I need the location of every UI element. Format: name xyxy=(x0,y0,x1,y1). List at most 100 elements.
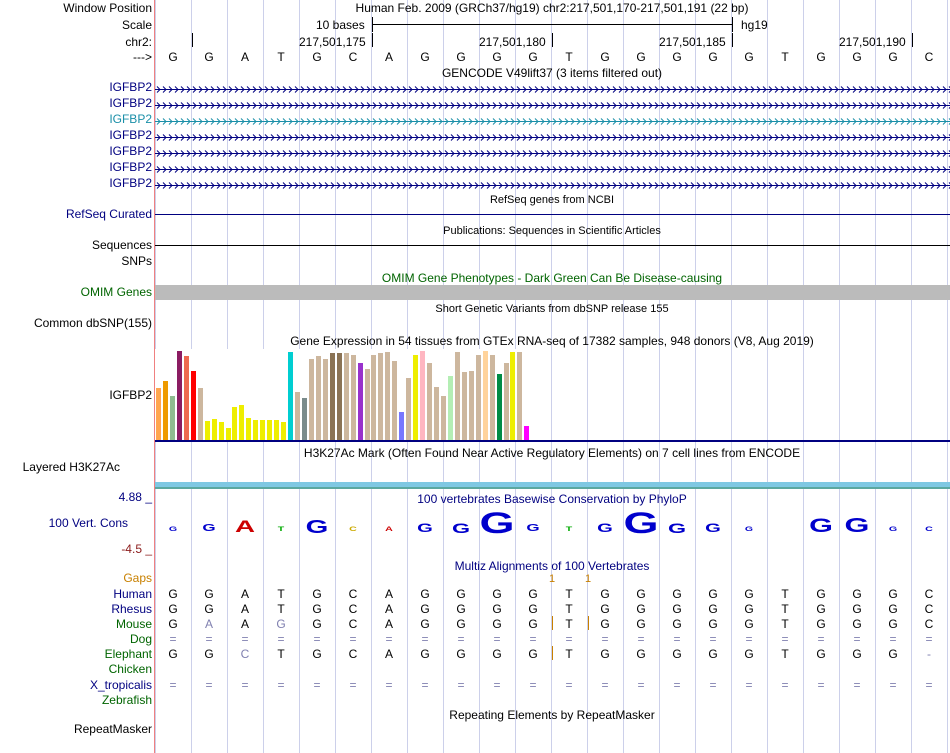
gtex-tissue-bar[interactable] xyxy=(156,388,161,440)
gtex-tissue-bar[interactable] xyxy=(427,362,433,440)
gtex-tissue-bar[interactable] xyxy=(468,370,474,440)
omim-phenotype-bar[interactable] xyxy=(155,285,950,300)
gencode-transcript[interactable] xyxy=(155,179,950,189)
gencode-item-label[interactable]: IGFBP2 xyxy=(109,128,152,142)
grid-line xyxy=(695,0,696,753)
vert-cons-label[interactable]: 100 Vert. Cons xyxy=(49,516,128,530)
sequences-label[interactable]: Sequences xyxy=(92,238,152,252)
gencode-transcript[interactable] xyxy=(155,99,950,109)
refseq-curated-label[interactable]: RefSeq Curated xyxy=(66,207,152,221)
gtex-tissue-bar[interactable] xyxy=(329,352,335,440)
gtex-tissue-bar[interactable] xyxy=(343,352,349,440)
alignment-base: G xyxy=(708,647,718,661)
ruler-coord: 217,501,185 xyxy=(659,35,726,49)
alignment-base: G xyxy=(708,617,718,631)
gtex-tissue-bar[interactable] xyxy=(461,372,467,440)
gtex-tissue-bar[interactable] xyxy=(371,354,377,440)
gtex-tissue-bar[interactable] xyxy=(399,411,405,440)
gencode-item-label[interactable]: IGFBP2 xyxy=(109,112,152,126)
gtex-tissue-bar[interactable] xyxy=(420,351,426,440)
gtex-tissue-bar[interactable] xyxy=(232,407,238,440)
gencode-transcript[interactable] xyxy=(155,163,950,173)
alignment-base: G xyxy=(168,587,178,601)
gtex-tissue-bar[interactable] xyxy=(336,352,342,440)
gtex-tissue-bar[interactable] xyxy=(392,360,398,440)
gtex-gene-label[interactable]: IGFBP2 xyxy=(109,388,152,402)
gtex-tissue-bar[interactable] xyxy=(260,420,266,440)
gtex-tissue-bar[interactable] xyxy=(357,363,363,440)
grid-line xyxy=(767,0,768,753)
gtex-tissue-bar[interactable] xyxy=(281,422,287,440)
gtex-tissue-bar[interactable] xyxy=(517,351,523,440)
gtex-tissue-bar[interactable] xyxy=(440,396,446,440)
gencode-transcript[interactable] xyxy=(155,83,950,93)
gtex-tissue-bar[interactable] xyxy=(322,359,328,440)
alignment-base: G xyxy=(816,602,826,616)
alignment-base: = xyxy=(709,678,717,692)
grid-line xyxy=(623,0,624,753)
gtex-tissue-bar[interactable] xyxy=(350,354,356,440)
gtex-tissue-bar[interactable] xyxy=(482,351,488,440)
alignment-base: A xyxy=(240,602,249,616)
gtex-tissue-bar[interactable] xyxy=(434,387,439,440)
species-label-xtropicalis: X_tropicalis xyxy=(89,678,152,692)
gtex-tissue-bar[interactable] xyxy=(406,377,412,440)
gtex-tissue-bar[interactable] xyxy=(301,398,307,440)
gencode-item-label[interactable]: IGFBP2 xyxy=(109,96,152,110)
pubs-sequence-line[interactable] xyxy=(155,245,950,246)
gtex-tissue-bar[interactable] xyxy=(315,356,321,440)
gtex-tissue-bar[interactable] xyxy=(218,422,224,440)
gencode-item-label[interactable]: IGFBP2 xyxy=(109,176,152,190)
gtex-tissue-bar[interactable] xyxy=(475,354,481,440)
gtex-tissue-bar[interactable] xyxy=(239,405,245,440)
gtex-tissue-bar[interactable] xyxy=(274,420,280,440)
gtex-bar-chart[interactable] xyxy=(155,349,535,440)
layered-h3k27ac-label[interactable]: Layered H3K27Ac xyxy=(23,460,120,474)
gtex-tissue-bar[interactable] xyxy=(162,381,168,440)
gtex-tissue-bar[interactable] xyxy=(503,363,509,440)
refseq-gene-line[interactable] xyxy=(155,214,950,215)
gencode-item-label[interactable]: IGFBP2 xyxy=(109,144,152,158)
alignment-base: G xyxy=(492,647,502,661)
gencode-item-label[interactable]: IGFBP2 xyxy=(109,80,152,94)
gtex-tissue-bar[interactable] xyxy=(246,417,252,440)
gencode-item-label[interactable]: IGFBP2 xyxy=(109,160,152,174)
alignment-base: = xyxy=(313,632,321,646)
gtex-tissue-bar[interactable] xyxy=(385,351,391,440)
gtex-tissue-bar[interactable] xyxy=(267,420,273,440)
gtex-tissue-bar[interactable] xyxy=(364,368,370,440)
alignment-base: G xyxy=(744,647,754,661)
gtex-tissue-bar[interactable] xyxy=(413,354,419,440)
gtex-tissue-bar[interactable] xyxy=(308,359,314,440)
gtex-tissue-bar[interactable] xyxy=(496,374,502,440)
ruler-tick xyxy=(912,33,913,47)
gtex-tissue-bar[interactable] xyxy=(211,418,217,440)
alignment-base: G xyxy=(744,587,754,601)
gtex-tissue-bar[interactable] xyxy=(288,351,294,440)
gencode-transcript[interactable] xyxy=(155,115,950,125)
gtex-tissue-bar[interactable] xyxy=(190,371,196,440)
gtex-tissue-bar[interactable] xyxy=(197,388,203,440)
gtex-tissue-bar[interactable] xyxy=(169,395,175,440)
gtex-tissue-bar[interactable] xyxy=(204,421,210,440)
snps-label[interactable]: SNPs xyxy=(121,254,152,268)
gencode-transcript[interactable] xyxy=(155,147,950,157)
gtex-tissue-bar[interactable] xyxy=(183,356,189,440)
gtex-tissue-bar[interactable] xyxy=(524,425,530,440)
gtex-tissue-bar[interactable] xyxy=(489,354,495,440)
gencode-transcript[interactable] xyxy=(155,131,950,141)
alignment-base: T xyxy=(277,647,285,661)
gtex-tissue-bar[interactable] xyxy=(225,427,231,440)
omim-genes-label[interactable]: OMIM Genes xyxy=(81,285,152,299)
gtex-tissue-bar[interactable] xyxy=(253,420,259,440)
conservation-letter: G xyxy=(526,522,540,534)
gtex-tissue-bar[interactable] xyxy=(176,351,182,440)
track-display[interactable]: Human Feb. 2009 (GRCh37/hg19) chr2:217,5… xyxy=(155,0,950,753)
gtex-tissue-bar[interactable] xyxy=(447,375,453,440)
common-dbsnp-label[interactable]: Common dbSNP(155) xyxy=(34,316,152,330)
gtex-tissue-bar[interactable] xyxy=(378,352,384,440)
gtex-tissue-bar[interactable] xyxy=(295,391,300,440)
repeatmasker-label[interactable]: RepeatMasker xyxy=(74,722,152,736)
gtex-tissue-bar[interactable] xyxy=(510,351,516,440)
gtex-tissue-bar[interactable] xyxy=(454,351,460,440)
